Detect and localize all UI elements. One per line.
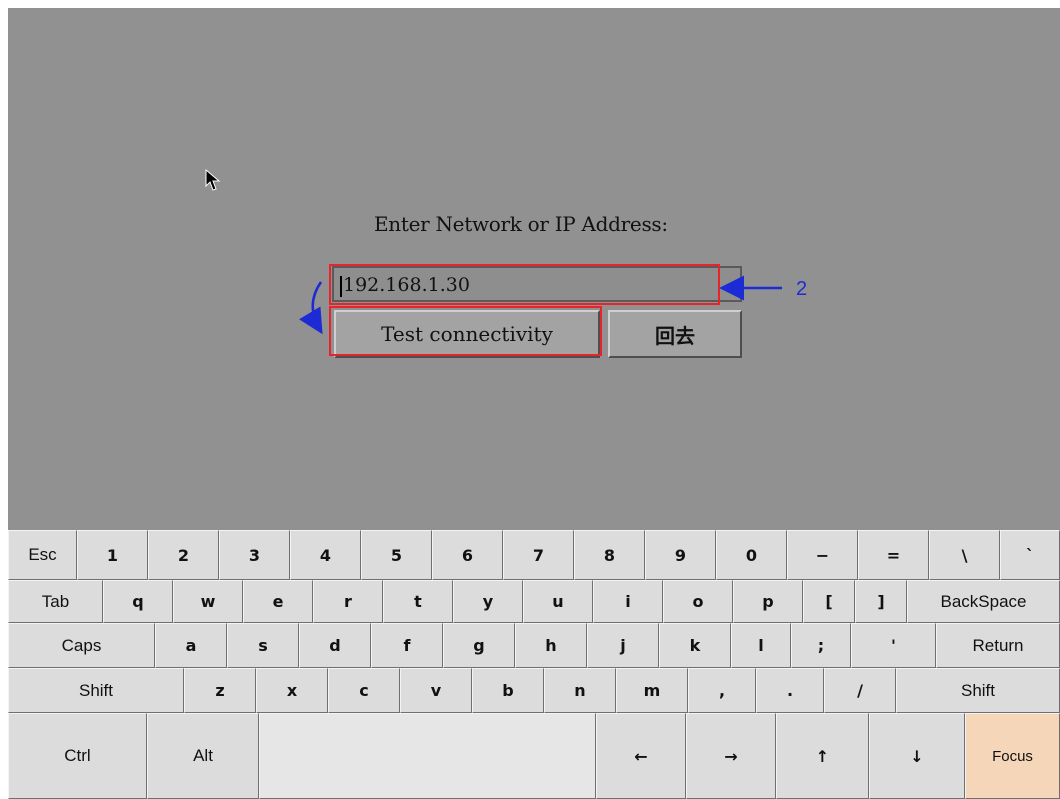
key-k[interactable]: k	[659, 623, 731, 668]
key-x[interactable]: x	[256, 668, 328, 713]
key-u[interactable]: u	[523, 580, 593, 623]
key-7[interactable]: 7	[503, 530, 574, 580]
key-shift-left[interactable]: Shift	[8, 668, 184, 713]
key-space[interactable]	[259, 713, 596, 799]
highlight-ip-field	[329, 264, 720, 305]
key-0[interactable]: 0	[716, 530, 787, 580]
key-minus[interactable]: −	[787, 530, 858, 580]
back-button[interactable]: 回去	[608, 310, 742, 358]
key-9[interactable]: 9	[645, 530, 716, 580]
key-g[interactable]: g	[443, 623, 515, 668]
key-n[interactable]: n	[544, 668, 616, 713]
onscreen-keyboard: Esc 1 2 3 4 5 6 7 8 9 0 − = \ ` Tab q w …	[8, 530, 1060, 799]
key-backtick[interactable]: `	[1000, 530, 1060, 580]
key-6[interactable]: 6	[432, 530, 503, 580]
key-a[interactable]: a	[155, 623, 227, 668]
key-o[interactable]: o	[663, 580, 733, 623]
key-equals[interactable]: =	[858, 530, 929, 580]
key-slash[interactable]: /	[824, 668, 896, 713]
key-1[interactable]: 1	[77, 530, 148, 580]
key-ctrl[interactable]: Ctrl	[8, 713, 147, 799]
highlight-test-button	[329, 306, 602, 356]
key-4[interactable]: 4	[290, 530, 361, 580]
key-backslash[interactable]: \	[929, 530, 1000, 580]
key-t[interactable]: t	[383, 580, 453, 623]
key-tab[interactable]: Tab	[8, 580, 103, 623]
key-i[interactable]: i	[593, 580, 663, 623]
key-return[interactable]: Return	[936, 623, 1060, 668]
key-quote[interactable]: '	[851, 623, 936, 668]
key-period[interactable]: .	[756, 668, 824, 713]
key-z[interactable]: z	[184, 668, 256, 713]
key-open-bracket[interactable]: [	[803, 580, 855, 623]
key-c[interactable]: c	[328, 668, 400, 713]
key-arrow-left[interactable]: ←	[596, 713, 686, 799]
key-q[interactable]: q	[103, 580, 173, 623]
terminal-screen: Enter Network or IP Address: 192.168.1.3…	[8, 8, 1060, 799]
key-m[interactable]: m	[616, 668, 688, 713]
annotation-step-label: 2	[796, 278, 808, 300]
key-backspace[interactable]: BackSpace	[907, 580, 1060, 623]
key-2[interactable]: 2	[148, 530, 219, 580]
key-3[interactable]: 3	[219, 530, 290, 580]
key-r[interactable]: r	[313, 580, 383, 623]
key-close-bracket[interactable]: ]	[855, 580, 907, 623]
key-comma[interactable]: ,	[688, 668, 756, 713]
key-5[interactable]: 5	[361, 530, 432, 580]
key-j[interactable]: j	[587, 623, 659, 668]
key-w[interactable]: w	[173, 580, 243, 623]
curved-arrow-down-icon	[298, 281, 323, 335]
key-d[interactable]: d	[299, 623, 371, 668]
key-l[interactable]: l	[731, 623, 791, 668]
key-v[interactable]: v	[400, 668, 472, 713]
ip-prompt-label: Enter Network or IP Address:	[374, 212, 668, 236]
key-p[interactable]: p	[733, 580, 803, 623]
key-e[interactable]: e	[243, 580, 313, 623]
key-f[interactable]: f	[371, 623, 443, 668]
key-arrow-right[interactable]: →	[686, 713, 776, 799]
key-alt[interactable]: Alt	[147, 713, 259, 799]
key-h[interactable]: h	[515, 623, 587, 668]
key-arrow-up[interactable]: ↑	[776, 713, 869, 799]
key-semicolon[interactable]: ;	[791, 623, 851, 668]
key-8[interactable]: 8	[574, 530, 645, 580]
key-y[interactable]: y	[453, 580, 523, 623]
key-focus[interactable]: Focus	[965, 713, 1060, 799]
key-b[interactable]: b	[472, 668, 544, 713]
key-caps[interactable]: Caps	[8, 623, 155, 668]
key-shift-right[interactable]: Shift	[896, 668, 1060, 713]
key-arrow-down[interactable]: ↓	[869, 713, 965, 799]
mouse-pointer-icon	[205, 169, 221, 191]
key-esc[interactable]: Esc	[8, 530, 77, 580]
key-s[interactable]: s	[227, 623, 299, 668]
